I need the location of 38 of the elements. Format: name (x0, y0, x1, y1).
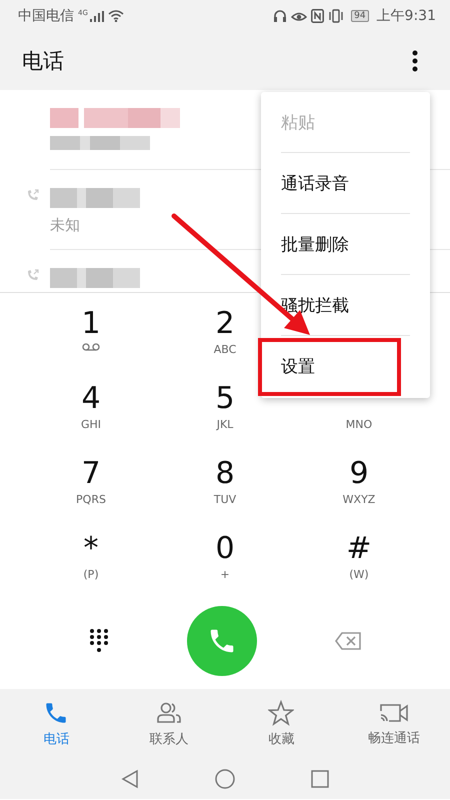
vibrate-icon (328, 9, 344, 23)
dial-key[interactable]: 9 WXYZ (332, 451, 386, 526)
more-menu-icon[interactable] (412, 50, 418, 72)
dial-key[interactable]: 8 TUV (204, 451, 246, 526)
menu-item[interactable]: 通话录音 (281, 153, 410, 213)
recent-apps-icon[interactable] (311, 770, 329, 788)
voicemail-icon (82, 343, 100, 351)
battery-level: 94 (351, 10, 369, 22)
dial-key[interactable]: 5 JKL (205, 376, 245, 451)
wifi-icon (108, 10, 124, 22)
dialpad-icon[interactable] (89, 628, 109, 654)
star-icon (268, 700, 294, 726)
home-icon[interactable] (215, 769, 235, 789)
dial-key[interactable]: 0 + (205, 526, 245, 601)
dial-key[interactable]: 7 PQRS (66, 451, 116, 526)
dial-key[interactable]: * (P) (73, 526, 109, 601)
headphone-icon (273, 9, 288, 23)
tab[interactable]: 收藏 (225, 689, 338, 759)
nfc-icon (311, 9, 324, 23)
clock: 上午9:31 (376, 7, 436, 25)
outgoing-call-icon (26, 268, 40, 282)
tab[interactable]: 畅连通话 (338, 689, 450, 759)
signal-icon (90, 10, 104, 22)
call-location: 未知 (50, 216, 81, 235)
backspace-icon[interactable] (335, 632, 361, 650)
video-call-icon (378, 701, 409, 725)
tab[interactable]: 联系人 (112, 689, 225, 759)
back-icon[interactable] (121, 769, 139, 789)
screen-title: 电话 (22, 48, 64, 75)
dial-key[interactable]: # (W) (336, 526, 382, 601)
menu-item[interactable]: 批量删除 (281, 214, 410, 274)
contacts-icon (156, 700, 182, 726)
dial-key[interactable]: 2 ABC (204, 301, 246, 376)
outgoing-call-icon (26, 188, 40, 202)
dial-key[interactable]: 4 GHI (70, 376, 112, 451)
tab[interactable]: 电话 (0, 689, 112, 759)
dial-key[interactable]: 1 (71, 301, 111, 376)
carrier-name: 中国电信 (18, 7, 74, 25)
